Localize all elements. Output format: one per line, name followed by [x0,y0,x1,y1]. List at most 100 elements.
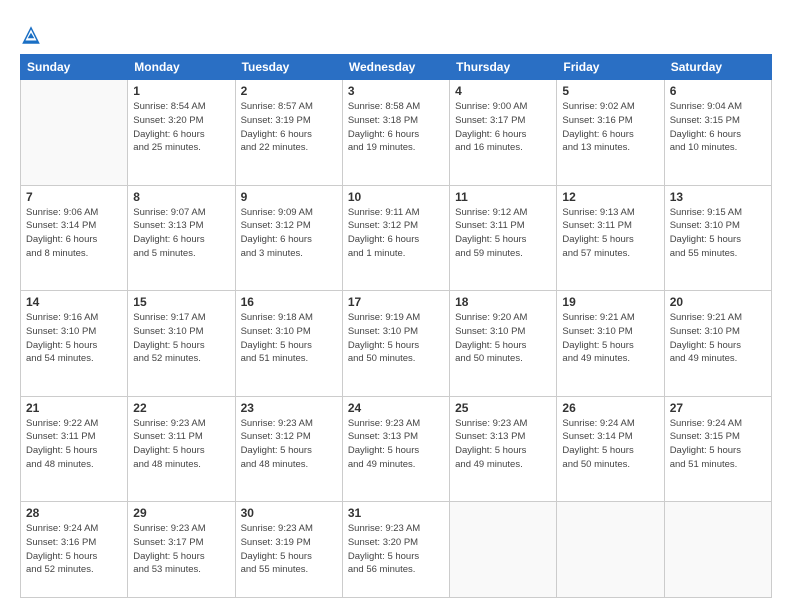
day-info: Sunrise: 8:54 AM Sunset: 3:20 PM Dayligh… [133,100,229,155]
day-info: Sunrise: 9:24 AM Sunset: 3:16 PM Dayligh… [26,522,122,577]
day-info: Sunrise: 9:24 AM Sunset: 3:15 PM Dayligh… [670,417,766,472]
calendar-cell: 14 Sunrise: 9:16 AM Sunset: 3:10 PM Dayli… [21,291,128,397]
weekday-header-tuesday: Tuesday [235,55,342,80]
day-number: 15 [133,295,229,309]
day-info: Sunrise: 9:23 AM Sunset: 3:11 PM Dayligh… [133,417,229,472]
day-number: 6 [670,84,766,98]
calendar-cell: 12Sunrise: 9:13 AM Sunset: 3:11 PM Dayli… [557,185,664,291]
day-info: Sunrise: 9:11 AM Sunset: 3:12 PM Dayligh… [348,206,444,261]
day-number: 11 [455,190,551,204]
day-info: Sunrise: 9:23 AM Sunset: 3:13 PM Dayligh… [348,417,444,472]
weekday-header-saturday: Saturday [664,55,771,80]
calendar-cell: 5 Sunrise: 9:02 AM Sunset: 3:16 PM Daylig… [557,80,664,186]
day-info: Sunrise: 9:23 AM Sunset: 3:12 PM Dayligh… [241,417,337,472]
calendar-cell: 22 Sunrise: 9:23 AM Sunset: 3:11 PM Dayli… [128,396,235,502]
calendar-cell [21,80,128,186]
day-info: Sunrise: 8:58 AM Sunset: 3:18 PM Dayligh… [348,100,444,155]
day-info: Sunrise: 9:23 AM Sunset: 3:20 PM Dayligh… [348,522,444,577]
calendar-cell [450,502,557,598]
weekday-header-sunday: Sunday [21,55,128,80]
day-info: Sunrise: 9:22 AM Sunset: 3:11 PM Dayligh… [26,417,122,472]
day-number: 5 [562,84,658,98]
calendar-cell: 30Sunrise: 9:23 AM Sunset: 3:19 PM Dayli… [235,502,342,598]
logo-icon [20,24,42,46]
day-info: Sunrise: 9:17 AM Sunset: 3:10 PM Dayligh… [133,311,229,366]
calendar-cell: 2 Sunrise: 8:57 AM Sunset: 3:19 PM Daylig… [235,80,342,186]
day-info: Sunrise: 9:12 AM Sunset: 3:11 PM Dayligh… [455,206,551,261]
calendar-cell: 6 Sunrise: 9:04 AM Sunset: 3:15 PM Daylig… [664,80,771,186]
day-number: 1 [133,84,229,98]
day-number: 28 [26,506,122,520]
weekday-header-wednesday: Wednesday [342,55,449,80]
logo [20,22,46,46]
day-number: 10 [348,190,444,204]
calendar-cell: 13Sunrise: 9:15 AM Sunset: 3:10 PM Dayli… [664,185,771,291]
weekday-header-thursday: Thursday [450,55,557,80]
day-number: 14 [26,295,122,309]
week-row-1: 1 Sunrise: 8:54 AM Sunset: 3:20 PM Daylig… [21,80,772,186]
day-info: Sunrise: 9:20 AM Sunset: 3:10 PM Dayligh… [455,311,551,366]
calendar-table: SundayMondayTuesdayWednesdayThursdayFrid… [20,54,772,598]
calendar-cell: 25 Sunrise: 9:23 AM Sunset: 3:13 PM Dayli… [450,396,557,502]
calendar-cell: 1 Sunrise: 8:54 AM Sunset: 3:20 PM Daylig… [128,80,235,186]
day-number: 22 [133,401,229,415]
day-info: Sunrise: 9:19 AM Sunset: 3:10 PM Dayligh… [348,311,444,366]
day-number: 2 [241,84,337,98]
calendar-cell: 28 Sunrise: 9:24 AM Sunset: 3:16 PM Dayli… [21,502,128,598]
weekday-header-monday: Monday [128,55,235,80]
calendar-cell: 24 Sunrise: 9:23 AM Sunset: 3:13 PM Dayli… [342,396,449,502]
calendar-cell [664,502,771,598]
day-info: Sunrise: 9:23 AM Sunset: 3:17 PM Dayligh… [133,522,229,577]
page: SundayMondayTuesdayWednesdayThursdayFrid… [0,0,792,612]
day-info: Sunrise: 9:23 AM Sunset: 3:19 PM Dayligh… [241,522,337,577]
header [20,18,772,46]
day-info: Sunrise: 9:00 AM Sunset: 3:17 PM Dayligh… [455,100,551,155]
day-number: 9 [241,190,337,204]
day-number: 23 [241,401,337,415]
day-number: 18 [455,295,551,309]
day-info: Sunrise: 9:06 AM Sunset: 3:14 PM Dayligh… [26,206,122,261]
day-number: 20 [670,295,766,309]
day-info: Sunrise: 9:13 AM Sunset: 3:11 PM Dayligh… [562,206,658,261]
calendar-cell: 26Sunrise: 9:24 AM Sunset: 3:14 PM Dayli… [557,396,664,502]
day-number: 7 [26,190,122,204]
day-number: 31 [348,506,444,520]
day-info: Sunrise: 8:57 AM Sunset: 3:19 PM Dayligh… [241,100,337,155]
day-info: Sunrise: 9:02 AM Sunset: 3:16 PM Dayligh… [562,100,658,155]
day-info: Sunrise: 9:24 AM Sunset: 3:14 PM Dayligh… [562,417,658,472]
calendar-cell: 9 Sunrise: 9:09 AM Sunset: 3:12 PM Daylig… [235,185,342,291]
day-info: Sunrise: 9:09 AM Sunset: 3:12 PM Dayligh… [241,206,337,261]
day-number: 21 [26,401,122,415]
calendar-cell: 11 Sunrise: 9:12 AM Sunset: 3:11 PM Dayli… [450,185,557,291]
calendar-cell: 20Sunrise: 9:21 AM Sunset: 3:10 PM Dayli… [664,291,771,397]
calendar-cell: 21 Sunrise: 9:22 AM Sunset: 3:11 PM Dayli… [21,396,128,502]
day-number: 25 [455,401,551,415]
weekday-header-friday: Friday [557,55,664,80]
calendar-cell: 4 Sunrise: 9:00 AM Sunset: 3:17 PM Daylig… [450,80,557,186]
day-number: 29 [133,506,229,520]
calendar-cell: 16Sunrise: 9:18 AM Sunset: 3:10 PM Dayli… [235,291,342,397]
calendar-cell: 31 Sunrise: 9:23 AM Sunset: 3:20 PM Dayli… [342,502,449,598]
week-row-3: 14 Sunrise: 9:16 AM Sunset: 3:10 PM Dayli… [21,291,772,397]
day-info: Sunrise: 9:04 AM Sunset: 3:15 PM Dayligh… [670,100,766,155]
calendar-cell: 3Sunrise: 8:58 AM Sunset: 3:18 PM Daylig… [342,80,449,186]
calendar-cell: 23 Sunrise: 9:23 AM Sunset: 3:12 PM Dayli… [235,396,342,502]
calendar-cell: 10 Sunrise: 9:11 AM Sunset: 3:12 PM Dayli… [342,185,449,291]
calendar-cell: 15 Sunrise: 9:17 AM Sunset: 3:10 PM Dayli… [128,291,235,397]
week-row-5: 28 Sunrise: 9:24 AM Sunset: 3:16 PM Dayli… [21,502,772,598]
day-info: Sunrise: 9:16 AM Sunset: 3:10 PM Dayligh… [26,311,122,366]
day-info: Sunrise: 9:07 AM Sunset: 3:13 PM Dayligh… [133,206,229,261]
day-number: 24 [348,401,444,415]
week-row-4: 21 Sunrise: 9:22 AM Sunset: 3:11 PM Dayli… [21,396,772,502]
day-info: Sunrise: 9:23 AM Sunset: 3:13 PM Dayligh… [455,417,551,472]
calendar-cell: 29 Sunrise: 9:23 AM Sunset: 3:17 PM Dayli… [128,502,235,598]
day-info: Sunrise: 9:18 AM Sunset: 3:10 PM Dayligh… [241,311,337,366]
weekday-header-row: SundayMondayTuesdayWednesdayThursdayFrid… [21,55,772,80]
calendar-cell: 19Sunrise: 9:21 AM Sunset: 3:10 PM Dayli… [557,291,664,397]
day-number: 17 [348,295,444,309]
day-number: 4 [455,84,551,98]
day-number: 19 [562,295,658,309]
week-row-2: 7 Sunrise: 9:06 AM Sunset: 3:14 PM Daylig… [21,185,772,291]
calendar-cell: 17 Sunrise: 9:19 AM Sunset: 3:10 PM Dayli… [342,291,449,397]
day-number: 13 [670,190,766,204]
